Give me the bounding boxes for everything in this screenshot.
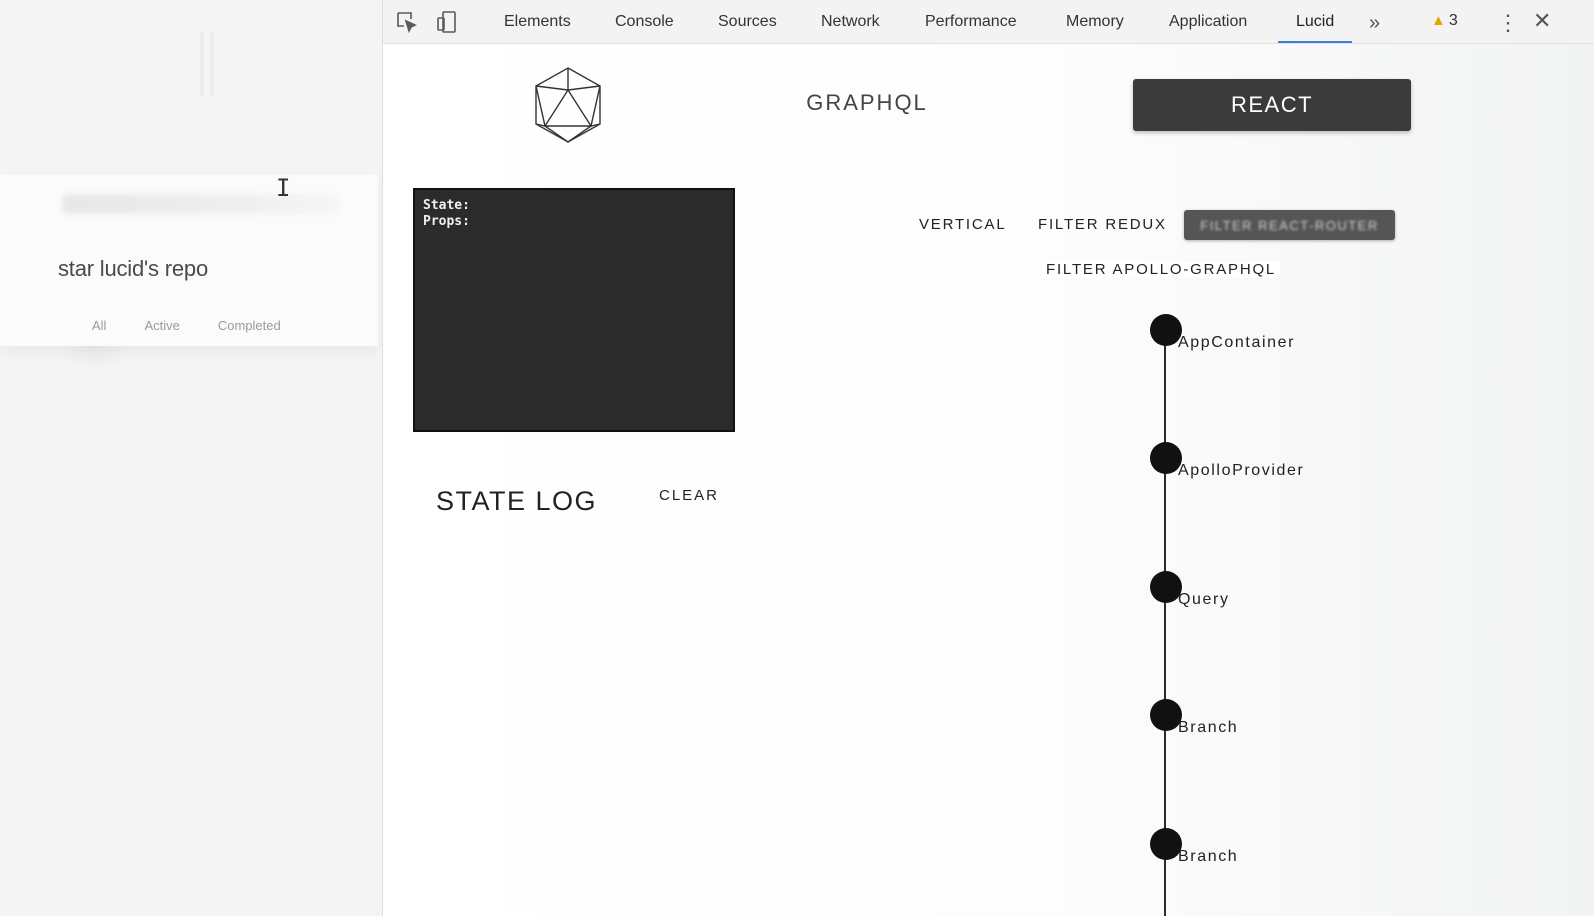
app-header-decoration: [196, 32, 218, 96]
props-label: Props:: [423, 214, 470, 229]
inspect-element-icon[interactable]: [395, 10, 419, 34]
device-toolbar-icon[interactable]: [435, 10, 459, 34]
tab-network[interactable]: Network: [821, 0, 880, 44]
tab-performance[interactable]: Performance: [925, 0, 1017, 44]
tree-node[interactable]: Query: [1150, 571, 1450, 611]
warning-count: 3: [1448, 12, 1458, 29]
close-icon[interactable]: ✕: [1533, 8, 1551, 34]
tree-node[interactable]: Branch: [1150, 828, 1450, 868]
filter-react-router-button[interactable]: FILTER REACT-ROUTER: [1184, 210, 1395, 240]
state-label: State:: [423, 198, 470, 213]
tab-console[interactable]: Console: [615, 0, 674, 44]
warning-icon: ▲: [1431, 12, 1446, 29]
icosahedron-logo-icon: [535, 67, 601, 143]
new-todo-input[interactable]: [62, 194, 340, 214]
tree-node-label: Query: [1178, 591, 1230, 608]
tree-node-label: Branch: [1178, 848, 1239, 865]
filter-apollo-graphql-button[interactable]: FILTER APOLLO-GRAPHQL: [1042, 261, 1281, 278]
component-tree: AppContainer ApolloProvider Query Branch…: [1123, 314, 1543, 916]
tree-node-label: ApolloProvider: [1178, 462, 1305, 479]
todo-filters: All Active Completed: [92, 318, 281, 333]
tree-node[interactable]: ApolloProvider: [1150, 442, 1450, 482]
state-log-title: STATE LOG: [436, 486, 598, 516]
state-props-viewer: State: Props:: [413, 188, 735, 432]
filter-all[interactable]: All: [92, 318, 106, 333]
tab-lucid[interactable]: Lucid: [1277, 0, 1353, 44]
clear-button[interactable]: CLEAR: [659, 487, 719, 504]
more-tabs-icon[interactable]: »: [1369, 12, 1380, 35]
lucid-panel: GRAPHQL REACT State: Props: STATE LOG CL…: [383, 44, 1594, 916]
todo-card: star lucid's repo All Active Completed: [0, 174, 378, 346]
tree-node-label: AppContainer: [1178, 334, 1296, 351]
tree-node[interactable]: AppContainer: [1150, 314, 1450, 354]
tree-node[interactable]: Branch: [1150, 699, 1450, 739]
warnings-badge[interactable]: ▲ 3: [1431, 12, 1458, 30]
filter-redux-button[interactable]: FILTER REDUX: [1038, 216, 1167, 233]
tab-elements[interactable]: Elements: [504, 0, 571, 44]
filter-completed[interactable]: Completed: [218, 318, 281, 333]
filter-active[interactable]: Active: [144, 318, 179, 333]
kebab-menu-icon[interactable]: ⋮: [1497, 10, 1519, 36]
vertical-button[interactable]: VERTICAL: [919, 216, 1006, 233]
tab-sources[interactable]: Sources: [718, 0, 777, 44]
graphql-button[interactable]: GRAPHQL: [787, 88, 947, 118]
todo-item-text[interactable]: star lucid's repo: [58, 256, 208, 282]
card-shadow-decoration: [60, 346, 130, 372]
app-pane: star lucid's repo All Active Completed I: [0, 0, 382, 916]
tab-application[interactable]: Application: [1169, 0, 1247, 44]
devtools-tabbar: Elements Console Sources Network Perform…: [383, 0, 1594, 44]
tree-node-label: Branch: [1178, 719, 1239, 736]
filter-react-router-label: FILTER REACT-ROUTER: [1200, 217, 1379, 233]
devtools-panel: Elements Console Sources Network Perform…: [382, 0, 1594, 916]
tab-memory[interactable]: Memory: [1066, 0, 1124, 44]
react-button[interactable]: REACT: [1133, 79, 1411, 131]
text-cursor-icon: I: [276, 174, 291, 202]
